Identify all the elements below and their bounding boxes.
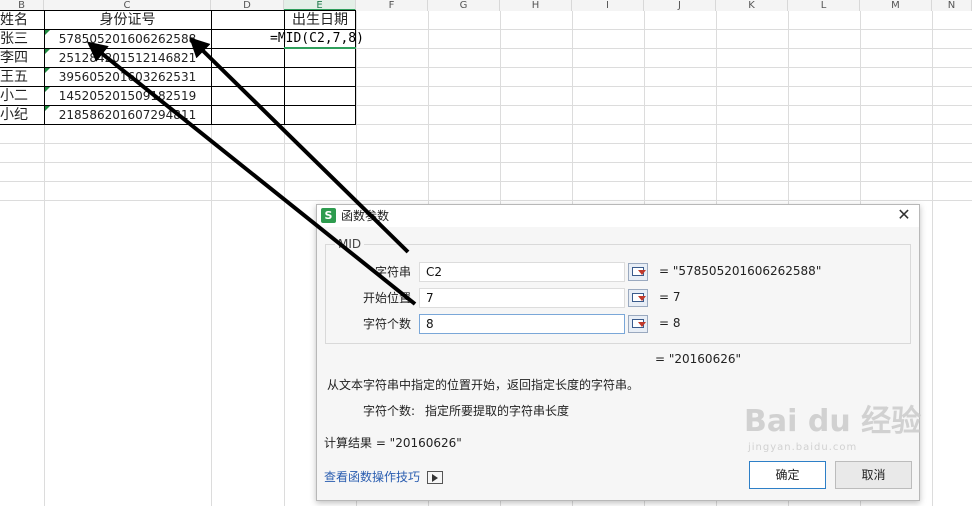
annotation-arrows [86, 37, 417, 306]
arrow-string-to-cell [189, 37, 410, 254]
arrow-start-to-digit [86, 41, 417, 306]
